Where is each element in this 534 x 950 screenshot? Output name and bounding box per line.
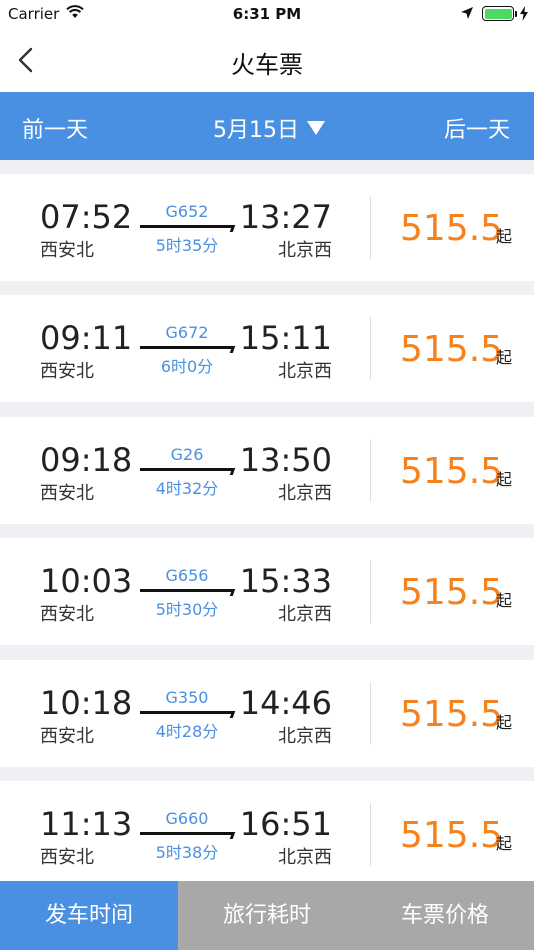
departure-time: 11:13 [40, 804, 133, 843]
row-divider [370, 317, 371, 381]
departure-station: 西安北 [40, 361, 94, 383]
travel-duration: 5时35分 [155, 236, 219, 255]
train-list: 07:52 西安北 G652 5时35分 13:27 北京西 515.5 起 0… [0, 174, 534, 902]
route-line [140, 589, 234, 593]
arrival-time: 13:27 [239, 198, 332, 236]
arrival-time: 14:46 [239, 683, 332, 722]
row-divider [370, 681, 371, 745]
arrival-station: 北京西 [278, 361, 332, 383]
tab-departure-time[interactable]: 发车时间 [0, 881, 178, 950]
route-line-tick [229, 589, 236, 597]
price-suffix: 起 [496, 591, 513, 611]
train-row[interactable]: 10:18 西安北 G350 4时28分 14:46 北京西 515.5 起 [0, 659, 534, 767]
charging-bolt-icon [520, 6, 528, 21]
route-line [140, 225, 234, 228]
date-picker-button[interactable]: 5月15日 [213, 112, 325, 144]
arrival-station: 北京西 [278, 846, 332, 868]
row-divider [370, 196, 371, 259]
route-line-tick [229, 831, 236, 839]
ticket-price: 515.5 [400, 450, 504, 492]
next-day-button[interactable]: 后一天 [444, 112, 510, 144]
departure-station: 西安北 [40, 482, 94, 504]
route-line [140, 710, 234, 714]
departure-station: 西安北 [40, 604, 94, 626]
ticket-price: 515.5 [400, 814, 504, 856]
price-suffix: 起 [496, 833, 513, 853]
travel-duration: 4时32分 [155, 478, 219, 498]
train-row[interactable]: 10:03 西安北 G656 5时30分 15:33 北京西 515.5 起 [0, 538, 534, 646]
departure-station: 西安北 [40, 846, 94, 868]
arrival-time: 13:50 [239, 440, 332, 479]
train-number: G350 [165, 687, 209, 707]
train-number: G672 [165, 323, 209, 343]
price-suffix: 起 [496, 469, 513, 489]
price-suffix: 起 [496, 348, 513, 368]
route-line [140, 346, 234, 350]
arrival-time: 15:11 [239, 319, 332, 358]
arrival-time: 15:33 [239, 562, 332, 601]
train-row[interactable]: 09:18 西安北 G26 4时32分 13:50 北京西 515.5 起 [0, 416, 534, 524]
departure-time: 09:18 [40, 440, 133, 479]
row-divider [370, 560, 371, 624]
arrival-station: 北京西 [278, 725, 332, 747]
ticket-price: 515.5 [400, 572, 504, 614]
row-divider [370, 438, 371, 502]
departure-time: 09:11 [40, 319, 133, 358]
clock-time: 6:31 PM [232, 5, 302, 23]
ticket-price: 515.5 [400, 329, 504, 371]
train-row[interactable]: 07:52 西安北 G652 5时35分 13:27 北京西 515.5 起 [0, 174, 534, 281]
ticket-price: 515.5 [400, 208, 504, 249]
arrival-station: 北京西 [278, 604, 332, 626]
arrival-station: 北京西 [278, 240, 332, 261]
route-line-tick [229, 225, 236, 232]
travel-duration: 6时0分 [160, 357, 214, 377]
departure-station: 西安北 [40, 725, 94, 747]
ticket-price: 515.5 [400, 693, 504, 735]
train-number: G652 [165, 202, 209, 221]
date-selector-bar: 前一天 5月15日 后一天 [0, 92, 534, 160]
train-number: G660 [165, 808, 209, 828]
travel-duration: 4时28分 [155, 721, 219, 741]
departure-time: 10:03 [40, 562, 133, 601]
train-row[interactable]: 11:13 西安北 G660 5时38分 16:51 北京西 515.5 起 [0, 780, 534, 888]
departure-time: 07:52 [40, 198, 133, 236]
train-number: G26 [170, 444, 204, 464]
departure-time: 10:18 [40, 683, 133, 722]
price-suffix: 起 [496, 227, 513, 246]
arrival-time: 16:51 [239, 804, 332, 843]
page-title: 火车票 [231, 51, 303, 79]
status-bar: Carrier 6:31 PM [0, 0, 534, 28]
selected-date: 5月15日 [213, 118, 299, 143]
sort-tab-bar: 发车时间 旅行耗时 车票价格 [0, 881, 534, 950]
battery-fill [484, 8, 512, 19]
row-divider [370, 802, 371, 866]
route-line-tick [229, 346, 236, 354]
previous-day-button[interactable]: 前一天 [22, 112, 88, 144]
location-arrow-icon [461, 7, 473, 19]
tab-travel-duration[interactable]: 旅行耗时 [178, 881, 356, 950]
caret-down-icon [307, 121, 325, 135]
battery-icon [482, 6, 514, 21]
navigation-bar: 火车票 [0, 28, 534, 92]
train-number: G656 [165, 566, 209, 586]
battery-cap [515, 11, 517, 17]
route-line [140, 831, 234, 835]
price-suffix: 起 [496, 712, 513, 732]
travel-duration: 5时38分 [155, 842, 219, 862]
train-row[interactable]: 09:11 西安北 G672 6时0分 15:11 北京西 515.5 起 [0, 295, 534, 403]
travel-duration: 5时30分 [155, 600, 219, 620]
route-line [140, 467, 234, 471]
arrival-station: 北京西 [278, 482, 332, 504]
departure-station: 西安北 [40, 240, 94, 261]
tab-ticket-price[interactable]: 车票价格 [356, 881, 534, 950]
